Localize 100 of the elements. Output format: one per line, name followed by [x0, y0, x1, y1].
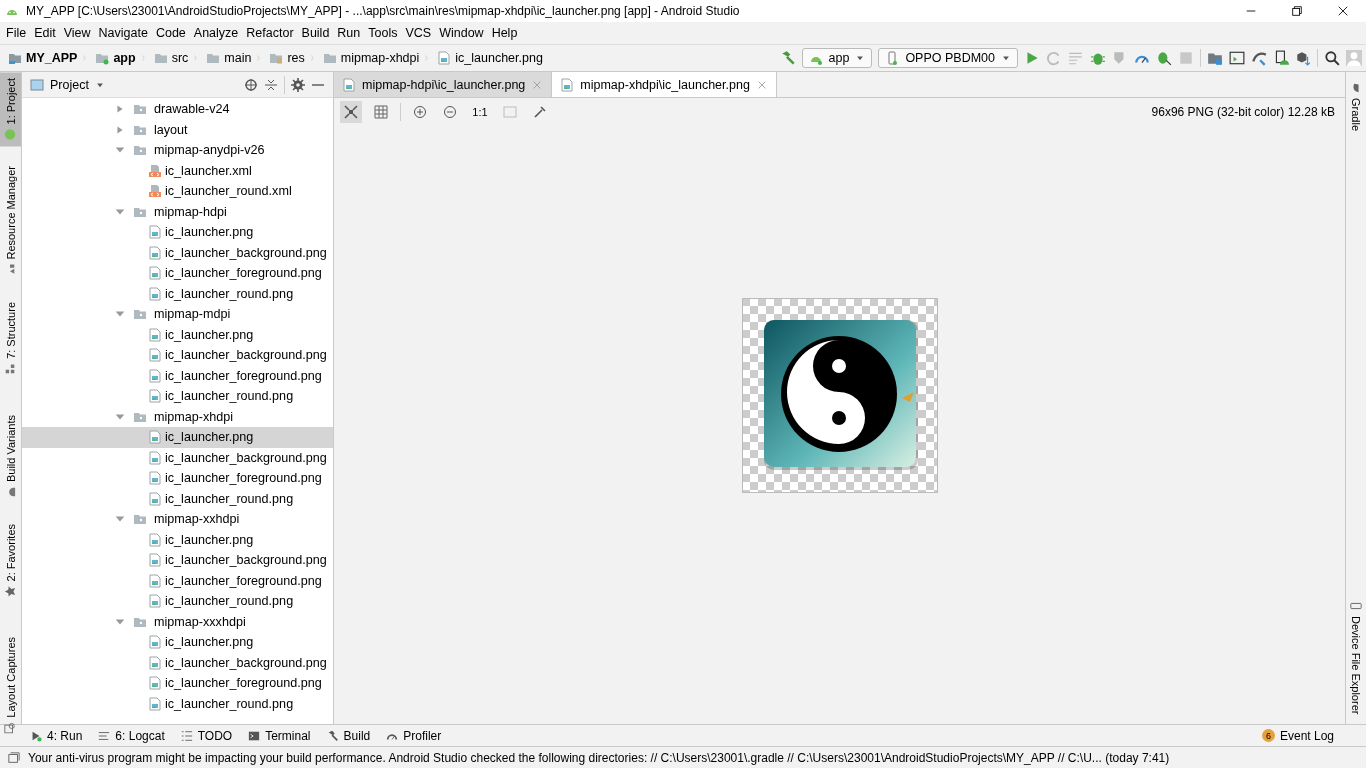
restore-icon[interactable]	[1291, 5, 1303, 17]
grid-icon[interactable]	[374, 105, 388, 119]
zoom-out-icon[interactable]	[443, 105, 457, 119]
breadcrumb[interactable]: app	[95, 51, 136, 65]
menu-item[interactable]: File	[2, 26, 31, 40]
menu-item[interactable]: Tools	[364, 26, 402, 40]
tree-item[interactable]: mipmap-xxxhdpi	[22, 611, 333, 632]
tool-window-button[interactable]: 6: Logcat	[98, 728, 165, 743]
sdk-download-icon[interactable]	[1295, 50, 1311, 66]
breadcrumb[interactable]: res	[269, 51, 305, 65]
close-icon[interactable]	[1337, 5, 1349, 17]
tool-window-button[interactable]: Build	[326, 728, 371, 743]
search-icon[interactable]	[1324, 50, 1340, 66]
menu-item[interactable]: Run	[333, 26, 365, 40]
apply-changes-icon[interactable]	[1068, 50, 1084, 66]
count-badge: 6	[1261, 729, 1275, 742]
run-config-dropdown[interactable]: app	[801, 48, 873, 68]
image-file-icon	[148, 676, 162, 691]
tree-item[interactable]: mipmap-xhdpi	[22, 406, 333, 427]
tree-item[interactable]: ic_launcher_background.png	[22, 652, 333, 673]
image-file-icon	[148, 348, 162, 363]
menu-item[interactable]: Navigate	[94, 26, 152, 40]
breadcrumb[interactable]: MY_APP	[8, 51, 78, 65]
avatar-icon[interactable]	[1346, 50, 1362, 66]
tree-item[interactable]: ic_launcher_background.png	[22, 242, 333, 263]
menu-item[interactable]: Build	[297, 26, 334, 40]
zoom-in-icon[interactable]	[413, 105, 427, 119]
tree-item[interactable]: ic_launcher.xml	[22, 160, 333, 181]
menu-item[interactable]: View	[59, 26, 95, 40]
tree-item[interactable]: ic_launcher.png	[22, 324, 333, 345]
tree-item[interactable]: mipmap-xxhdpi	[22, 509, 333, 530]
breadcrumb[interactable]: ic_launcher.png	[437, 51, 543, 65]
status-icon[interactable]	[8, 751, 20, 764]
menu-item[interactable]: Help	[487, 26, 522, 40]
editor-tab[interactable]: mipmap-hdpi\ic_launcher.png	[334, 72, 553, 97]
tool-window-tab[interactable]: 1: Project	[0, 72, 21, 147]
tool-window-tab[interactable]: Layout Captures	[0, 631, 21, 741]
tree-item[interactable]: ic_launcher_foreground.png	[22, 673, 333, 694]
breadcrumb[interactable]: src	[153, 51, 189, 65]
fit-icon[interactable]	[344, 105, 358, 119]
device-dropdown[interactable]: OPPO PBDM00	[878, 48, 1018, 68]
tree-item[interactable]: ic_launcher.png	[22, 632, 333, 653]
settings-icon[interactable]	[291, 77, 305, 92]
eyedropper-icon[interactable]	[533, 105, 547, 119]
terminal-window-icon[interactable]	[1229, 50, 1245, 66]
list-icon	[180, 729, 193, 742]
tree-item[interactable]: layout	[22, 119, 333, 140]
tool-window-tab[interactable]: Device File Explorer	[1346, 593, 1366, 720]
event-log-button[interactable]: 6 Event Log	[1261, 728, 1334, 743]
tree-item[interactable]: ic_launcher_background.png	[22, 447, 333, 468]
tree-item[interactable]: ic_launcher_background.png	[22, 550, 333, 571]
breadcrumb[interactable]: mipmap-xhdpi	[322, 51, 420, 65]
tree-item[interactable]: ic_launcher_background.png	[22, 345, 333, 366]
device-manager-icon[interactable]	[1273, 50, 1289, 66]
tree-item[interactable]: ic_launcher_foreground.png	[22, 263, 333, 284]
structure-icon	[4, 362, 17, 375]
menu-item[interactable]: Window	[435, 26, 488, 40]
collapse-icon[interactable]	[264, 77, 278, 92]
menu-item[interactable]: VCS	[401, 26, 436, 40]
tool-window-button[interactable]: 4: Run	[30, 728, 83, 743]
tool-window-tab[interactable]: Build Variants	[0, 408, 21, 504]
tree-item[interactable]: ic_launcher_round.png	[22, 693, 333, 714]
tree-item[interactable]: ic_launcher_round.png	[22, 283, 333, 304]
locate-icon[interactable]	[244, 77, 258, 92]
tool-window-tab[interactable]: 2: Favorites	[0, 517, 21, 604]
panel-icon	[30, 77, 44, 92]
tree-item[interactable]: ic_launcher.png	[22, 222, 333, 243]
tool-window-tab[interactable]: Gradle	[1346, 76, 1366, 138]
editor-tab[interactable]: mipmap-xhdpi\ic_launcher.png	[552, 72, 777, 97]
image-file-icon	[148, 532, 162, 547]
menu-item[interactable]: Refactor	[242, 26, 298, 40]
menu-item[interactable]: Code	[151, 26, 190, 40]
breadcrumb[interactable]: main	[206, 51, 252, 65]
rerun-icon[interactable]	[1046, 50, 1062, 66]
tool-window-button[interactable]: Profiler	[386, 728, 442, 743]
tool-window-tab[interactable]: 7: Structure	[0, 296, 21, 381]
menu-item[interactable]: Analyze	[189, 26, 243, 40]
tree-item[interactable]: ic_launcher.png	[22, 427, 333, 448]
tool-window-button[interactable]: TODO	[180, 728, 233, 743]
tree-item[interactable]: ic_launcher.png	[22, 529, 333, 550]
hammer-icon[interactable]	[779, 50, 796, 66]
tree-item[interactable]: ic_launcher_foreground.png	[22, 468, 333, 489]
tree-item[interactable]: mipmap-mdpi	[22, 304, 333, 325]
run-icon	[30, 729, 42, 742]
tree-item[interactable]: ic_launcher_round.png	[22, 488, 333, 509]
tool-window-tab[interactable]: Resource Manager	[0, 160, 21, 283]
folder-icon	[153, 51, 168, 65]
tree-item[interactable]: ic_launcher_foreground.png	[22, 570, 333, 591]
tree-item[interactable]: ic_launcher_round.png	[22, 386, 333, 407]
menu-item[interactable]: Edit	[30, 26, 60, 40]
tree-item[interactable]: ic_launcher_round.png	[22, 591, 333, 612]
run-icon[interactable]	[1024, 50, 1040, 66]
actual-size-button[interactable]: 1:1	[469, 101, 491, 123]
tree-item[interactable]: mipmap-hdpi	[22, 201, 333, 222]
tree-item[interactable]: drawable-v24	[22, 99, 333, 120]
tree-item[interactable]: mipmap-anydpi-v26	[22, 140, 333, 161]
project-structure-icon[interactable]	[1207, 50, 1223, 66]
tool-window-button[interactable]: Terminal	[248, 728, 311, 743]
tree-item[interactable]: ic_launcher_round.xml	[22, 181, 333, 202]
tree-item[interactable]: ic_launcher_foreground.png	[22, 365, 333, 386]
